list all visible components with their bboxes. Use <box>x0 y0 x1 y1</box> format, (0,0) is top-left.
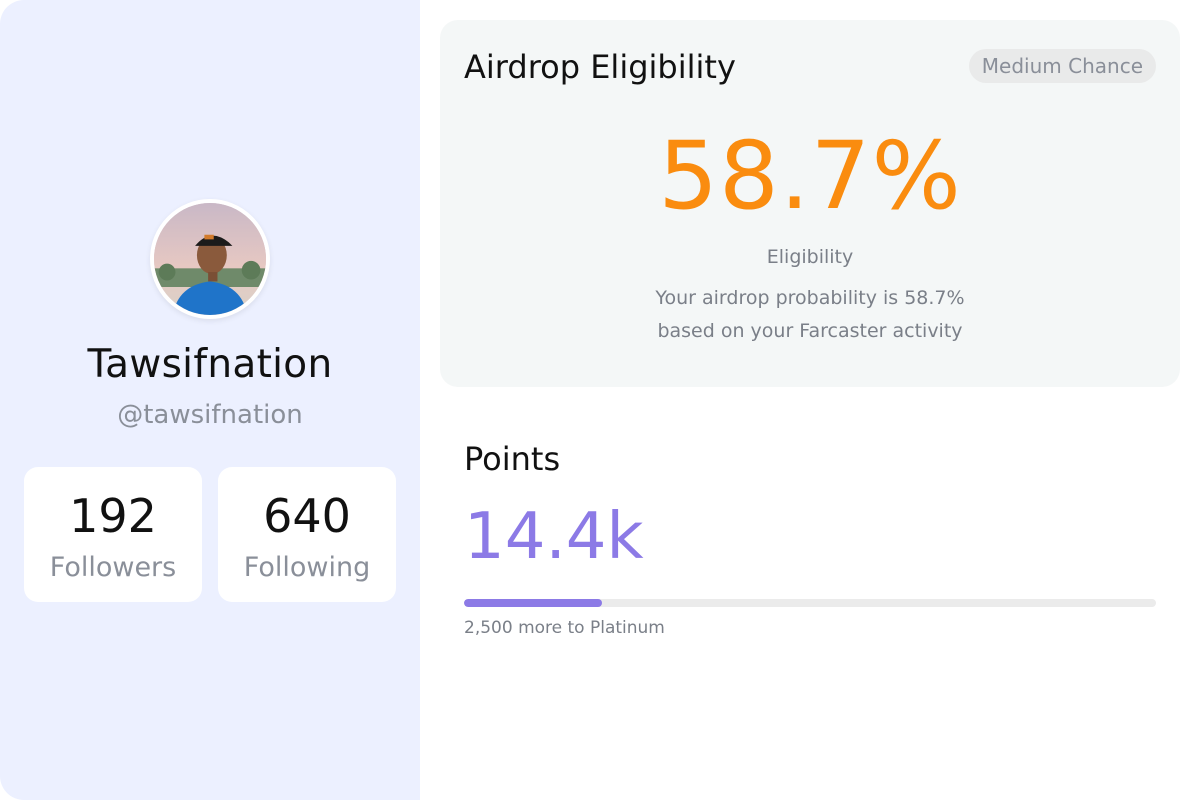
eligibility-card: Airdrop Eligibility Medium Chance 58.7% … <box>440 20 1180 387</box>
followers-stat[interactable]: 192 Followers <box>24 467 202 602</box>
eligibility-title: Airdrop Eligibility <box>464 48 736 86</box>
points-value: 14.4k <box>464 500 644 574</box>
points-progress-bar <box>464 599 1156 607</box>
points-progress-caption: 2,500 more to Platinum <box>464 618 665 638</box>
points-progress-fill <box>464 599 603 607</box>
user-handle: @tawsifnation <box>117 400 303 430</box>
eligibility-description-line2: based on your Farcaster activity <box>657 320 963 342</box>
display-name: Tawsifnation <box>87 342 333 387</box>
avatar[interactable] <box>150 199 270 319</box>
following-count: 640 <box>263 489 351 543</box>
profile-card: Tawsifnation @tawsifnation 192 Followers… <box>0 0 1200 800</box>
eligibility-description-line1: Your airdrop probability is 58.7% <box>655 287 965 309</box>
followers-count: 192 <box>69 489 157 543</box>
eligibility-label: Eligibility <box>766 246 854 268</box>
profile-sidebar: Tawsifnation @tawsifnation 192 Followers… <box>0 0 420 800</box>
following-stat[interactable]: 640 Following <box>218 467 396 602</box>
following-label: Following <box>243 552 371 583</box>
points-title: Points <box>464 440 561 478</box>
avatar-photo-icon <box>154 203 266 315</box>
eligibility-percent: 58.7% <box>658 122 962 231</box>
followers-label: Followers <box>49 552 177 583</box>
chance-badge: Medium Chance <box>968 49 1156 83</box>
eligibility-description: Your airdrop probability is 58.7% based … <box>440 282 1180 348</box>
